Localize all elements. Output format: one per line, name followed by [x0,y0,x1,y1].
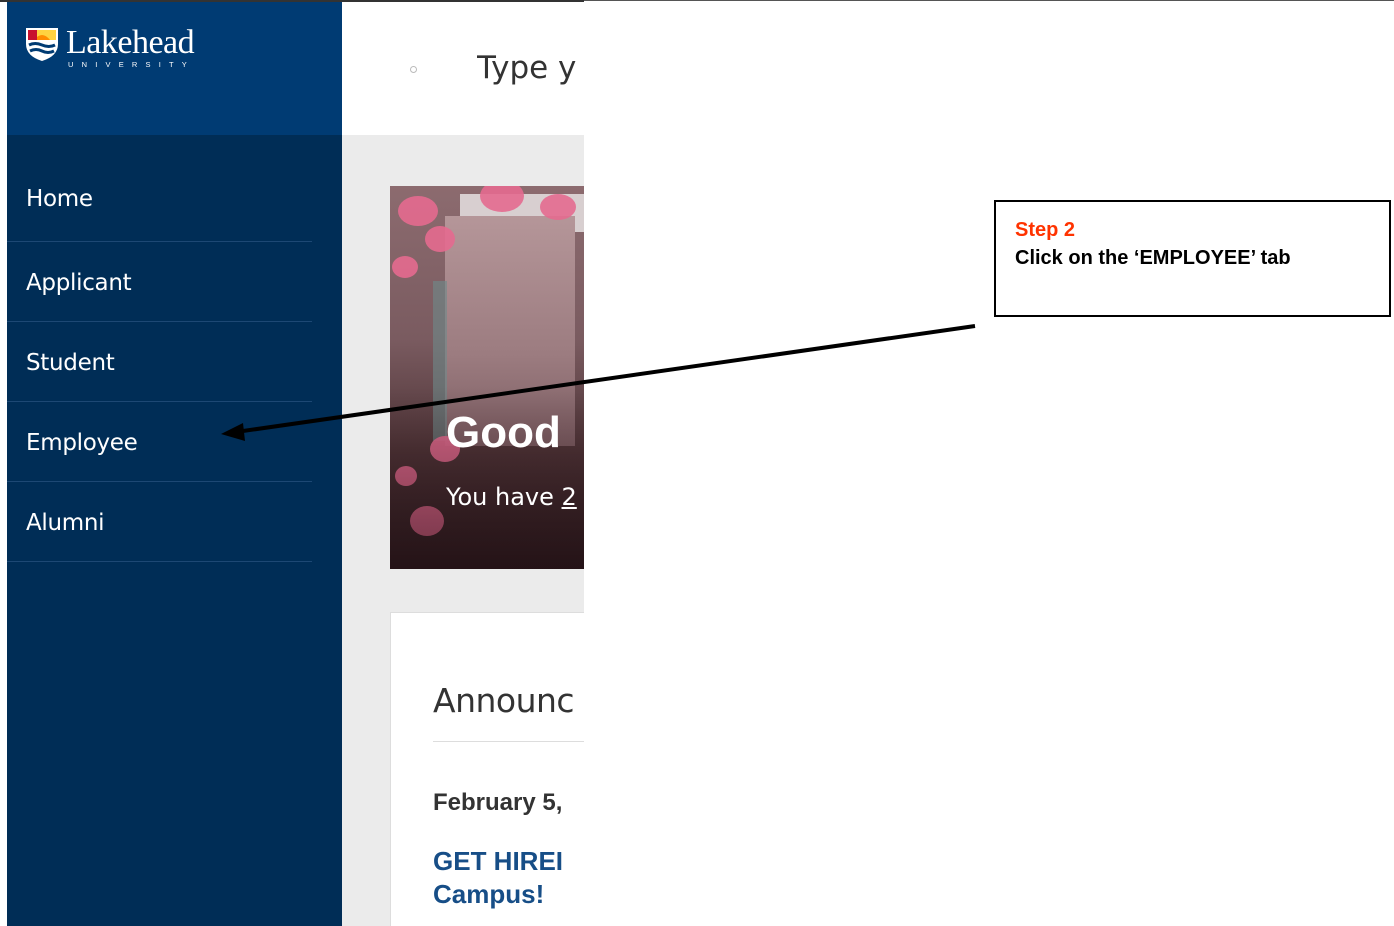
sidebar-item-label: Applicant [26,270,132,296]
notice-count-link[interactable]: 2 [562,483,577,511]
sidebar-item-alumni[interactable]: Alumni [7,482,312,562]
sidebar-item-label: Home [26,186,93,212]
top-border-right [584,0,1394,1]
flower-blossom [540,194,576,220]
instruction-callout: Step 2 Click on the ‘EMPLOYEE’ tab [994,200,1391,317]
sidebar: Lakehead UNIVERSITY Home Applicant Stude… [7,2,342,926]
hero-banner: Good You have 2 [390,186,584,569]
sidebar-item-label: Employee [26,430,138,456]
notice-text: You have 2 [446,483,577,511]
flower-blossom [392,256,418,278]
brand-subtitle: UNIVERSITY [68,60,196,69]
announcement-date: February 5, [433,789,563,816]
main-content: Good You have 2 Announc February 5, GET … [342,2,584,926]
sidebar-nav: Home Applicant Student Employee Alumni [7,162,312,562]
sidebar-item-student[interactable]: Student [7,322,312,402]
brand-name: Lakehead [66,24,195,61]
sidebar-item-applicant[interactable]: Applicant [7,242,312,322]
headline-line-1: GET HIREI [433,846,564,876]
university-logo[interactable]: Lakehead UNIVERSITY [24,26,195,69]
sidebar-item-label: Student [26,350,115,376]
callout-step-label: Step 2 [1015,219,1076,241]
flower-blossom [398,196,438,226]
announcements-card: Announc February 5, GET HIREI Campus! [390,612,584,926]
flower-blossom [425,226,455,252]
headline-line-2: Campus! [433,879,545,909]
sidebar-item-home[interactable]: Home [7,162,312,242]
callout-instruction-text: Click on the ‘EMPLOYEE’ tab [1015,247,1291,269]
divider [433,741,584,742]
search-bar [342,2,584,135]
sidebar-item-label: Alumni [26,510,105,536]
announcement-headline-link[interactable]: GET HIREI Campus! [433,845,563,911]
notice-prefix: You have [446,483,562,511]
search-icon [410,66,417,73]
logo-bar: Lakehead UNIVERSITY [7,2,342,135]
search-input[interactable] [477,50,584,86]
announcements-title: Announc [433,681,575,720]
sidebar-item-employee[interactable]: Employee [7,402,312,482]
greeting-title: Good [446,408,561,457]
shield-crest-icon [26,28,58,61]
